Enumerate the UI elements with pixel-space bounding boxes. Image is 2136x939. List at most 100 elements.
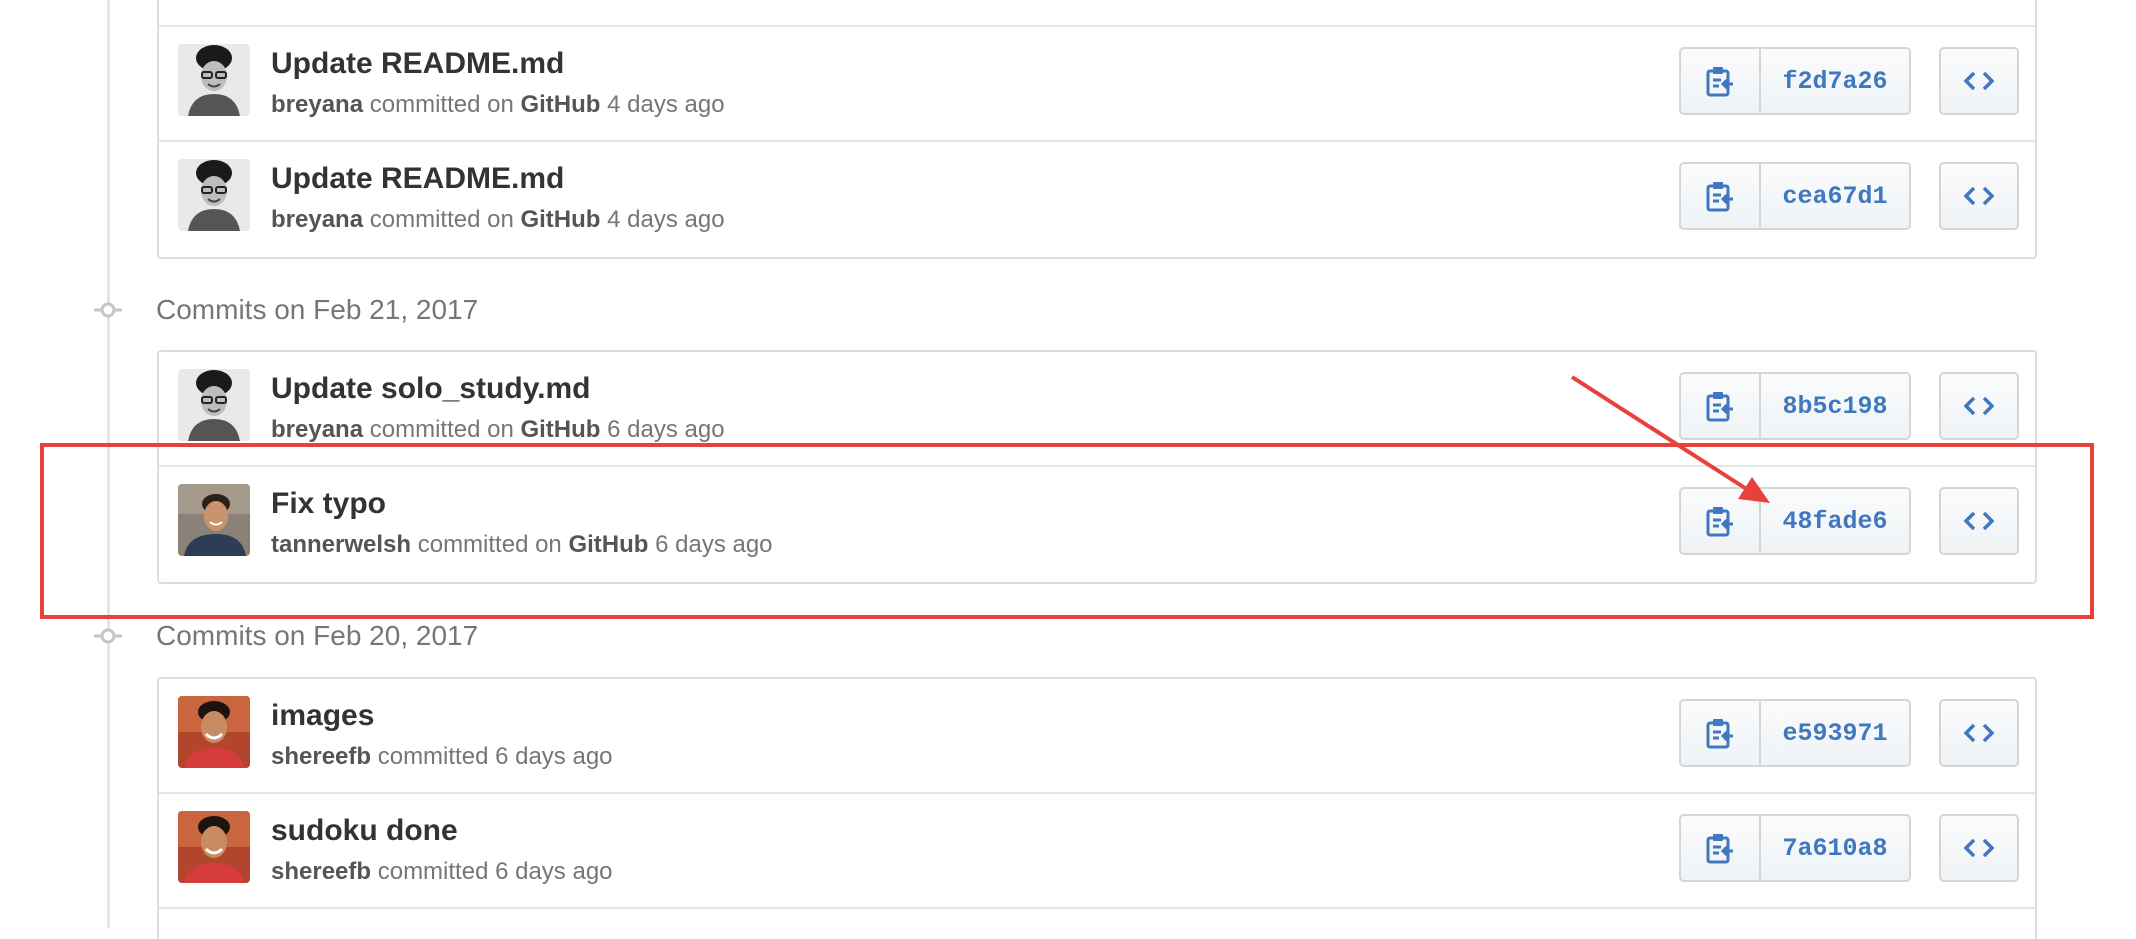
sha-button-group: e593971 xyxy=(1679,699,1911,767)
commit-list: Update README.md breyana committed on Gi… xyxy=(157,0,2037,259)
copy-sha-button[interactable] xyxy=(1681,374,1761,438)
commit-via: GitHub xyxy=(520,416,601,443)
commit-sha-link[interactable]: f2d7a26 xyxy=(1761,49,1909,113)
clipboard-icon xyxy=(1706,834,1733,864)
commit-row: Update solo_study.md breyana committed o… xyxy=(159,352,2035,467)
sha-button-group: cea67d1 xyxy=(1679,162,1911,230)
avatar[interactable] xyxy=(178,811,250,883)
commit-time: 6 days ago xyxy=(495,743,613,770)
commit-action: committed xyxy=(377,858,489,885)
commit-meta: breyana committed on GitHub 4 days ago xyxy=(271,206,725,234)
sha-button-group: 48fade6 xyxy=(1679,487,1911,555)
commit-meta: breyana committed on GitHub 6 days ago xyxy=(271,416,725,444)
avatar[interactable] xyxy=(178,696,250,768)
commit-list: Update solo_study.md breyana committed o… xyxy=(157,350,2037,584)
commit-history-page: Update README.md breyana committed on Gi… xyxy=(0,0,2136,939)
clipboard-icon xyxy=(1706,507,1733,537)
avatar[interactable] xyxy=(178,159,250,231)
copy-sha-button[interactable] xyxy=(1681,816,1761,880)
commit-sha-link[interactable]: cea67d1 xyxy=(1761,164,1909,228)
commit-action: committed xyxy=(377,743,489,770)
clipboard-icon xyxy=(1706,719,1733,749)
commit-title[interactable]: sudoku done xyxy=(271,814,458,848)
code-icon xyxy=(1964,723,1994,743)
commit-via: GitHub xyxy=(520,206,601,233)
commit-meta: shereefb committed 6 days ago xyxy=(271,743,613,771)
clipboard-icon xyxy=(1706,67,1733,97)
code-icon xyxy=(1964,396,1994,416)
commit-time: 6 days ago xyxy=(607,416,725,443)
commit-sha-link[interactable]: 7a610a8 xyxy=(1761,816,1909,880)
browse-repo-button[interactable] xyxy=(1939,47,2019,115)
commit-title[interactable]: Fix typo xyxy=(271,487,386,521)
commit-author[interactable]: shereefb xyxy=(271,858,371,885)
commit-time: 6 days ago xyxy=(495,858,613,885)
list-item-partial xyxy=(159,0,2035,27)
commit-node-icon xyxy=(94,628,122,644)
commit-time: 4 days ago xyxy=(607,206,725,233)
commit-meta: shereefb committed 6 days ago xyxy=(271,858,613,886)
commit-row: Update README.md breyana committed on Gi… xyxy=(159,142,2035,257)
commit-title[interactable]: Update README.md xyxy=(271,47,564,81)
commit-group-date: Commits on Feb 21, 2017 xyxy=(156,294,479,325)
commit-sha-link[interactable]: 8b5c198 xyxy=(1761,374,1909,438)
commit-title[interactable]: Update solo_study.md xyxy=(271,372,590,406)
tannerwelsh-avatar-image xyxy=(178,484,250,556)
shereefb-avatar-image xyxy=(178,696,250,768)
code-icon xyxy=(1964,71,1994,91)
commit-time: 6 days ago xyxy=(655,531,773,558)
commit-action: committed on xyxy=(369,416,514,443)
commit-title[interactable]: images xyxy=(271,699,374,733)
avatar[interactable] xyxy=(178,44,250,116)
commit-meta: tannerwelsh committed on GitHub 6 days a… xyxy=(271,531,773,559)
clipboard-icon xyxy=(1706,392,1733,422)
code-icon xyxy=(1964,186,1994,206)
commit-via: GitHub xyxy=(520,91,601,118)
browse-repo-button[interactable] xyxy=(1939,162,2019,230)
commit-title[interactable]: Update README.md xyxy=(271,162,564,196)
code-icon xyxy=(1964,511,1994,531)
list-item-partial xyxy=(159,909,2035,939)
copy-sha-button[interactable] xyxy=(1681,489,1761,553)
commit-node-icon xyxy=(94,302,122,318)
browse-repo-button[interactable] xyxy=(1939,372,2019,440)
copy-sha-button[interactable] xyxy=(1681,49,1761,113)
browse-repo-button[interactable] xyxy=(1939,814,2019,882)
commit-author[interactable]: tannerwelsh xyxy=(271,531,411,558)
breyana-avatar-image xyxy=(178,369,250,441)
clipboard-icon xyxy=(1706,182,1733,212)
commit-sha-link[interactable]: e593971 xyxy=(1761,701,1909,765)
shereefb-avatar-image xyxy=(178,811,250,883)
avatar[interactable] xyxy=(178,369,250,441)
sha-button-group: 8b5c198 xyxy=(1679,372,1911,440)
avatar[interactable] xyxy=(178,484,250,556)
sha-button-group: f2d7a26 xyxy=(1679,47,1911,115)
sha-button-group: 7a610a8 xyxy=(1679,814,1911,882)
commit-author[interactable]: breyana xyxy=(271,416,363,443)
copy-sha-button[interactable] xyxy=(1681,164,1761,228)
copy-sha-button[interactable] xyxy=(1681,701,1761,765)
timeline-line xyxy=(107,0,110,928)
commit-row: sudoku done shereefb committed 6 days ag… xyxy=(159,794,2035,909)
browse-repo-button[interactable] xyxy=(1939,487,2019,555)
commit-sha-link[interactable]: 48fade6 xyxy=(1761,489,1909,553)
commit-author[interactable]: breyana xyxy=(271,91,363,118)
breyana-avatar-image xyxy=(178,159,250,231)
code-icon xyxy=(1964,838,1994,858)
commit-author[interactable]: shereefb xyxy=(271,743,371,770)
commit-group-header: Commits on Feb 20, 2017 xyxy=(86,618,986,654)
commit-row: images shereefb committed 6 days ago e59… xyxy=(159,679,2035,794)
commit-meta: breyana committed on GitHub 4 days ago xyxy=(271,91,725,119)
commit-row: Update README.md breyana committed on Gi… xyxy=(159,27,2035,142)
commit-list: images shereefb committed 6 days ago e59… xyxy=(157,677,2037,939)
commit-action: committed on xyxy=(369,206,514,233)
breyana-avatar-image xyxy=(178,44,250,116)
commit-group-header: Commits on Feb 21, 2017 xyxy=(86,292,986,328)
commit-via: GitHub xyxy=(568,531,649,558)
commit-group-date: Commits on Feb 20, 2017 xyxy=(156,620,479,651)
commit-author[interactable]: breyana xyxy=(271,206,363,233)
commit-time: 4 days ago xyxy=(607,91,725,118)
browse-repo-button[interactable] xyxy=(1939,699,2019,767)
commit-action: committed on xyxy=(417,531,562,558)
commit-row: Fix typo tannerwelsh committed on GitHub… xyxy=(159,467,2035,582)
